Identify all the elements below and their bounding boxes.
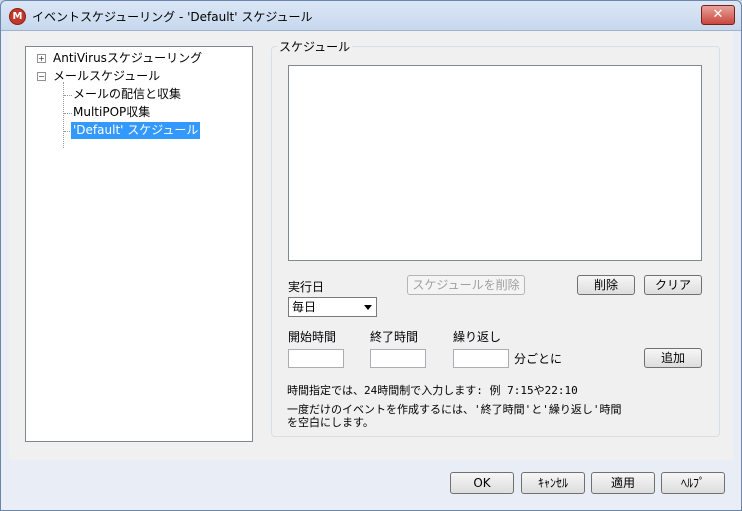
apply-button[interactable]: 適用 [591, 472, 655, 494]
tree-item-delivery[interactable]: メールの配信と収集 [73, 86, 181, 103]
dialog-content: + − AntiVirusスケジューリング メールスケジュール メールの配信と収… [9, 31, 733, 494]
expand-icon[interactable]: + [37, 54, 46, 63]
cancel-button[interactable]: ｷｬﾝｾﾙ [521, 472, 585, 494]
add-button[interactable]: 追加 [644, 348, 702, 368]
ok-button[interactable]: OK [450, 472, 514, 494]
tree-line [64, 113, 72, 114]
end-time-label: 終了時間 [370, 330, 419, 344]
tree-item-mail-schedule[interactable]: メールスケジュール [53, 68, 160, 85]
title-bar: M イベントスケジューリング - 'Default' スケジュール ✕ [1, 1, 741, 31]
delete-button[interactable]: 削除 [577, 275, 635, 295]
window-title: イベントスケジューリング - 'Default' スケジュール [32, 10, 313, 24]
time-format-note: 時間指定では、24時間制で入力します: 例 7:15や22:10 [287, 384, 578, 397]
start-time-input[interactable] [288, 349, 344, 368]
start-time-label: 開始時間 [288, 330, 337, 344]
tree-line [63, 82, 64, 148]
app-icon: M [9, 8, 26, 25]
close-button[interactable]: ✕ [701, 5, 735, 25]
run-day-select[interactable]: 毎日 [288, 297, 377, 317]
tree-item-default-schedule[interactable]: 'Default' スケジュール [71, 122, 201, 139]
schedule-list[interactable] [288, 65, 702, 261]
minutes-label: 分ごとに [514, 352, 563, 366]
delete-schedule-button[interactable]: スケジュールを削除 [407, 275, 525, 295]
tree-item-antivirus[interactable]: AntiVirusスケジューリング [53, 50, 202, 67]
tree-line [64, 95, 72, 96]
single-event-note-continued: を空白にします。 [287, 416, 374, 429]
collapse-icon[interactable]: − [37, 72, 46, 81]
schedule-group-title: スケジュール [277, 38, 353, 55]
tree-item-multipop[interactable]: MultiPOP収集 [73, 104, 150, 121]
run-day-value: 毎日 [292, 300, 317, 314]
end-time-input[interactable] [370, 349, 426, 368]
run-day-label: 実行日 [288, 280, 325, 294]
help-button[interactable]: ﾍﾙﾌﾟ [661, 472, 725, 494]
repeat-label: 繰り返し [453, 330, 502, 344]
repeat-input[interactable] [453, 349, 509, 368]
clear-button[interactable]: クリア [644, 275, 702, 295]
dialog-window: M イベントスケジューリング - 'Default' スケジュール ✕ + − … [0, 0, 742, 511]
navigation-tree[interactable]: + − AntiVirusスケジューリング メールスケジュール メールの配信と収… [25, 46, 253, 442]
dropdown-arrow-icon [364, 305, 372, 310]
